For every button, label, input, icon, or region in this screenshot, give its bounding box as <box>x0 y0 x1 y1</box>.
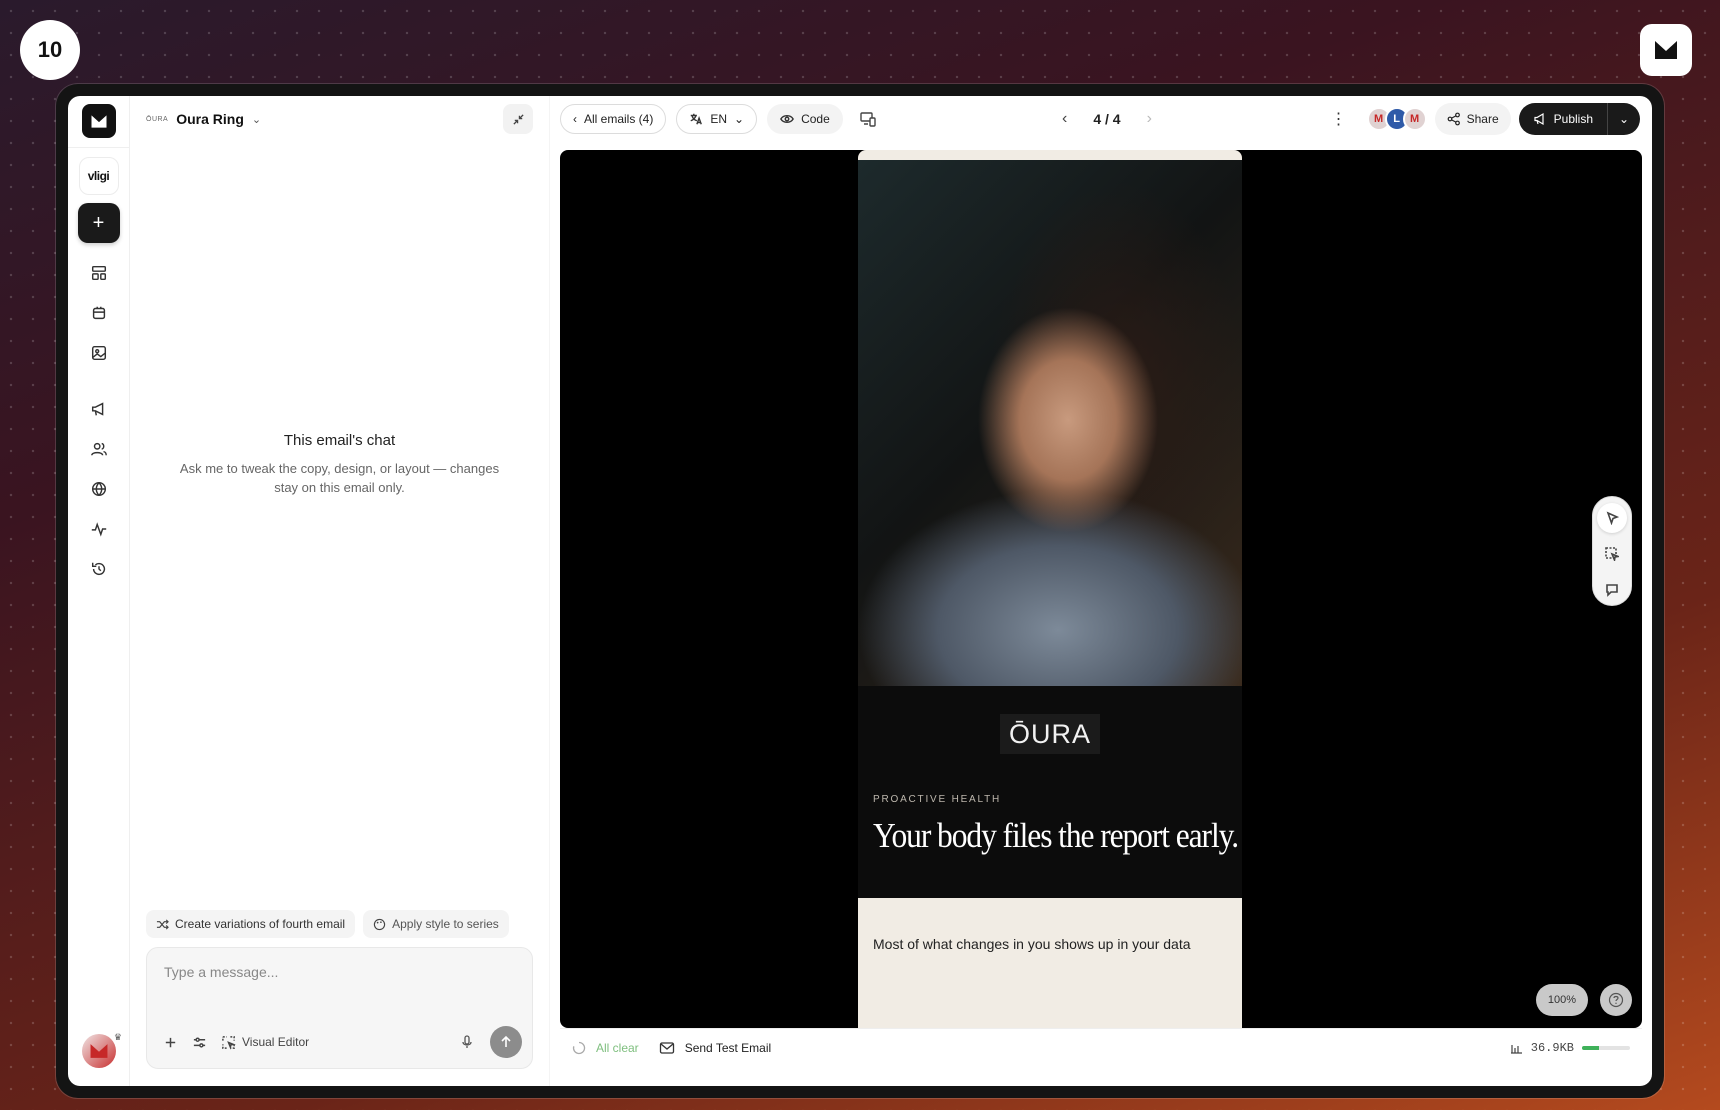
email-preview[interactable]: ŌURA PROACTIVE HEALTH Your body files th… <box>858 150 1242 1028</box>
publish-options-chevron-icon[interactable]: ⌄ <box>1608 103 1640 135</box>
layout-icon[interactable] <box>81 255 117 291</box>
chevron-down-icon: ⌄ <box>734 112 745 126</box>
user-avatar[interactable]: ♛ <box>82 1032 122 1068</box>
canvas-tools <box>1592 496 1632 606</box>
select-area-icon <box>1605 547 1619 561</box>
activity-icon[interactable] <box>81 511 117 547</box>
status-bar: All clear Send Test Email 36.9KB <box>560 1028 1642 1066</box>
chat-panel: ŌURA Oura Ring ⌄ This email's chat Ask m… <box>130 96 550 1086</box>
mail-icon <box>659 1041 674 1054</box>
email-size: 36.9KB <box>1509 1041 1630 1055</box>
comment-tool-button[interactable] <box>1597 575 1627 605</box>
step-badge: 10 <box>20 20 80 80</box>
globe-icon[interactable] <box>81 471 117 507</box>
crown-icon: ♛ <box>113 1032 122 1042</box>
email-preview-canvas: ŌURA PROACTIVE HEALTH Your body files th… <box>560 150 1642 1028</box>
visual-editor-button[interactable]: Visual Editor <box>221 1035 309 1050</box>
megaphone-icon <box>1534 112 1544 126</box>
validation-status[interactable]: All clear <box>572 1041 639 1055</box>
pager-count: 4 / 4 <box>1093 111 1121 127</box>
email-pager: ‹ 4 / 4 › <box>1062 110 1152 128</box>
previous-email-button[interactable]: ‹ <box>1062 110 1067 128</box>
more-options-icon[interactable]: ⋮ <box>1329 109 1349 129</box>
select-area-icon <box>222 1035 236 1050</box>
add-attachment-button[interactable] <box>163 1035 178 1050</box>
plus-icon <box>165 1037 176 1047</box>
bar-chart-icon <box>1510 1044 1522 1054</box>
image-icon[interactable] <box>81 335 117 371</box>
app-logo[interactable] <box>81 104 116 138</box>
area-select-tool-button[interactable] <box>1597 539 1627 569</box>
chevron-left-icon: ‹ <box>573 112 577 126</box>
oura-logo: ŌURA <box>1000 714 1100 754</box>
language-select[interactable]: EN ⌄ <box>676 104 758 134</box>
suggestion-chips: Create variations of fourth email Apply … <box>146 910 509 938</box>
send-test-email-button[interactable]: Send Test Email <box>659 1041 771 1055</box>
shuffle-icon <box>156 918 169 930</box>
next-email-button[interactable]: › <box>1147 110 1152 128</box>
workspace-switcher[interactable]: vligi <box>78 157 119 195</box>
email-header-block: ŌURA PROACTIVE HEALTH Your body files th… <box>858 686 1242 898</box>
megaphone-icon[interactable] <box>81 391 117 427</box>
icon-rail: vligi + ♛ <box>68 96 130 1086</box>
message-input[interactable] <box>164 964 464 980</box>
hero-image <box>858 160 1242 686</box>
preview-area: ‹ All emails (4) EN ⌄ Code ‹ 4 / 4 › ⋮ M… <box>550 96 1652 1086</box>
chevron-down-icon[interactable]: ⌄ <box>252 113 261 126</box>
comment-icon <box>1606 584 1618 597</box>
send-button[interactable] <box>490 1026 522 1058</box>
empty-title: This email's chat <box>283 432 396 449</box>
arrow-up-icon <box>501 1035 511 1047</box>
chat-empty-state: This email's chat Ask me to tweak the co… <box>130 432 549 497</box>
help-button[interactable] <box>1600 984 1632 1016</box>
box-icon[interactable] <box>81 295 117 331</box>
collaborator-avatar[interactable]: M <box>1402 107 1427 131</box>
microphone-button[interactable] <box>454 1029 480 1055</box>
empty-description: Ask me to tweak the copy, design, or lay… <box>179 461 500 495</box>
all-emails-button[interactable]: ‹ All emails (4) <box>560 104 667 134</box>
history-icon[interactable] <box>81 551 117 587</box>
select-tool-button[interactable] <box>1597 503 1627 533</box>
code-view-button[interactable]: Code <box>767 104 843 134</box>
email-body-text: Most of what changes in you shows up in … <box>873 936 1191 952</box>
device-preview-button[interactable] <box>853 104 883 134</box>
palette-icon <box>373 918 386 930</box>
app-window: vligi + ♛ ŌURA Oura Ring ⌄ This email's … <box>56 84 1664 1098</box>
project-name[interactable]: Oura Ring <box>176 111 244 127</box>
collapse-icon <box>512 113 524 125</box>
message-composer: Visual Editor <box>146 947 533 1069</box>
share-icon <box>1447 112 1460 126</box>
settings-sliders-button[interactable] <box>192 1035 207 1050</box>
translate-icon <box>690 113 703 125</box>
email-eyebrow: PROACTIVE HEALTH <box>873 794 1002 805</box>
project-brand-mini: ŌURA <box>146 115 169 123</box>
help-icon <box>1608 992 1624 1008</box>
brand-logo <box>1640 24 1692 76</box>
zoom-level[interactable]: 100% <box>1535 984 1588 1016</box>
divider <box>68 147 130 148</box>
share-button[interactable]: Share <box>1434 103 1511 135</box>
suggestion-apply-style[interactable]: Apply style to series <box>363 910 509 938</box>
chat-header: ŌURA Oura Ring ⌄ <box>130 96 549 142</box>
collapse-panel-button[interactable] <box>503 104 533 134</box>
collaborator-avatars: M L M <box>1366 107 1427 131</box>
devices-icon <box>860 112 876 127</box>
mic-icon <box>462 1035 472 1048</box>
spinner-icon <box>572 1041 586 1054</box>
size-meter <box>1582 1045 1630 1050</box>
sliders-icon <box>193 1036 206 1048</box>
users-icon[interactable] <box>81 431 117 467</box>
publish-button[interactable]: Publish ⌄ <box>1518 103 1640 135</box>
preview-toolbar: ‹ All emails (4) EN ⌄ Code ‹ 4 / 4 › ⋮ M… <box>550 96 1652 142</box>
suggestion-create-variations[interactable]: Create variations of fourth email <box>146 910 356 938</box>
cursor-icon <box>1606 511 1619 525</box>
email-headline: Your body files the report early. <box>873 816 1239 855</box>
new-email-button[interactable]: + <box>77 203 120 243</box>
eye-icon <box>780 115 795 123</box>
